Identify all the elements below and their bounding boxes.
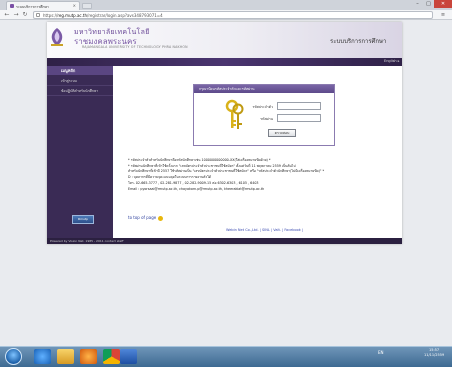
word-icon[interactable] (120, 349, 137, 364)
chrome-icon[interactable] (103, 349, 120, 364)
window-controls: – □ ✕ (412, 0, 452, 8)
info-line: สำหรับนักศึกษาที่เข้าปี 2557 ใช้รหัสผ่าน… (128, 169, 325, 173)
submit-login-button[interactable]: ตรวจสอบ (268, 129, 296, 137)
info-line: * รหัสประจำตัวสำหรับนักศึกษาคือรหัสนักศึ… (128, 158, 271, 162)
contact-phone: โทร. 02-665-3777 , 02-281-9877 , 02-282-… (128, 181, 259, 185)
footer-text: Powered by Vision Net. 1985 - 2011 conta… (50, 239, 124, 243)
username-label: รหัสประจำตัว (252, 105, 273, 109)
new-tab-button[interactable] (82, 3, 92, 9)
media-icon[interactable] (80, 349, 97, 364)
url-text: https://reg.mutp.ac.th/registrar/login.a… (43, 13, 163, 18)
ie-icon[interactable] (34, 349, 51, 364)
minimize-button[interactable]: – (412, 0, 423, 8)
system-tray[interactable]: EN (378, 350, 384, 355)
browser-tab[interactable]: ระบบบริการการศึกษา × (6, 1, 80, 10)
footer-bar: Powered by Vision Net. 1985 - 2011 conta… (47, 238, 402, 244)
keys-icon (225, 99, 244, 129)
sidebar-item-student-rules[interactable]: ข้อปฏิบัติสำหรับนักศึกษา (47, 86, 113, 96)
maximize-button[interactable]: □ (423, 0, 434, 8)
password-label: รหัสผ่าน (260, 117, 273, 121)
sidebar-heading: เมนูหลัก (47, 66, 113, 75)
login-panel-heading: กรุณาป้อนรหัสประจำตัวและรหัสผ่าน (194, 85, 334, 93)
clock-date: 11/11/2559 (424, 353, 445, 357)
address-bar[interactable]: https://reg.mutp.ac.th/registrar/login.a… (33, 11, 433, 19)
service-title: ระบบบริการการศึกษา (330, 38, 387, 45)
folder-icon[interactable] (57, 349, 74, 364)
lock-icon (36, 13, 40, 17)
university-logo-icon (51, 28, 63, 46)
browser-menu-icon[interactable]: ≡ (438, 11, 448, 19)
username-input[interactable] (277, 102, 321, 110)
forward-arrow-icon[interactable]: → (12, 11, 20, 19)
to-top-link[interactable]: to top of page (128, 215, 164, 221)
sidebar-item-login[interactable]: เข้าสู่ระบบ (47, 76, 113, 86)
reload-icon[interactable]: ↻ (21, 11, 29, 19)
close-tab-icon[interactable]: × (73, 3, 76, 8)
sidebar-badge-logo[interactable]: Rmutp (72, 215, 94, 224)
info-line: D : บุคลากรที่มีความจุคะแนนจุดในระบบการร… (128, 175, 211, 179)
start-button[interactable] (5, 348, 22, 365)
favicon-icon (10, 4, 14, 8)
contact-email: Email : pyorsaai@rmutp.ac.th, chayakorn.… (128, 187, 265, 191)
language-link[interactable]: English ▸ (384, 59, 400, 63)
taskbar-clock[interactable]: 15:57 11/11/2559 (424, 348, 444, 358)
password-input[interactable] (277, 114, 321, 122)
header-nav-bar (47, 58, 402, 66)
back-arrow-icon[interactable]: ← (3, 11, 11, 19)
language-indicator[interactable]: EN (378, 350, 384, 355)
close-window-button[interactable]: ✕ (434, 0, 452, 8)
university-name-english: RAJAMANGALA UNIVERSITY OF TECHNOLOGY PHR… (82, 45, 188, 49)
footer-links[interactable]: Webin Net Co.,Ltd. | SINL | Valt. | Face… (226, 228, 303, 232)
up-arrow-icon (158, 215, 164, 221)
